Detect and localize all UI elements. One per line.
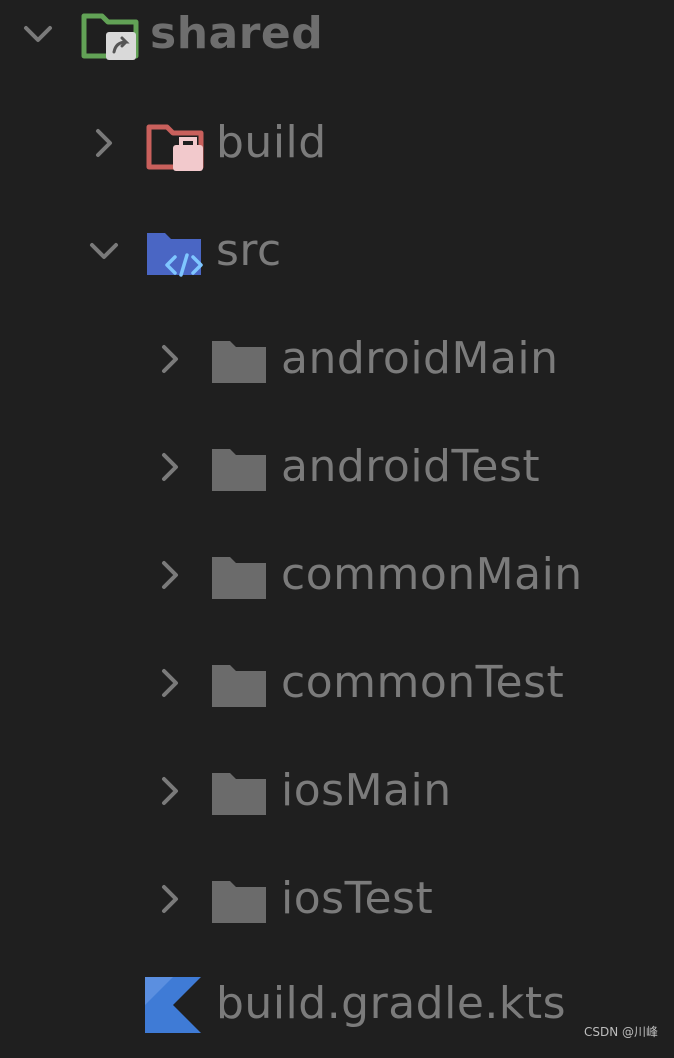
tree-label: shared xyxy=(150,8,324,59)
folder-icon xyxy=(212,557,266,599)
tree-row-iosMain[interactable]: iosMain xyxy=(0,737,674,845)
folder-icon xyxy=(212,881,266,923)
chevron-right-icon[interactable] xyxy=(152,341,188,377)
tree-row-commonTest[interactable]: commonTest xyxy=(0,629,674,737)
tree-row-iosTest[interactable]: iosTest xyxy=(0,845,674,953)
tree-label: commonTest xyxy=(281,657,565,708)
tree-row-commonMain[interactable]: commonMain xyxy=(0,521,674,629)
folder-icon xyxy=(212,341,266,383)
tree-label: androidTest xyxy=(281,441,541,492)
chevron-right-icon[interactable] xyxy=(152,773,188,809)
tree-label: src xyxy=(216,225,282,276)
tree-label: iosTest xyxy=(281,873,434,924)
module-folder-icon xyxy=(81,13,139,60)
tree-row-androidMain[interactable]: androidMain xyxy=(0,305,674,413)
chevron-right-icon[interactable] xyxy=(152,881,188,917)
excluded-folder-icon xyxy=(146,124,204,171)
chevron-right-icon[interactable] xyxy=(152,557,188,593)
tree-label: iosMain xyxy=(281,765,452,816)
project-tree: shared build src androidMain androidTest… xyxy=(0,0,674,1048)
folder-icon xyxy=(212,449,266,491)
tree-row-build-gradle-kts[interactable]: build.gradle.kts xyxy=(0,950,674,1058)
tree-row-src[interactable]: src xyxy=(0,197,674,305)
tree-row-build[interactable]: build xyxy=(0,89,674,197)
chevron-down-icon[interactable] xyxy=(86,233,122,269)
folder-icon xyxy=(212,665,266,707)
chevron-down-icon[interactable] xyxy=(20,16,56,52)
folder-icon xyxy=(212,773,266,815)
source-folder-icon xyxy=(147,233,203,277)
watermark: CSDN @川峰 xyxy=(583,1025,658,1039)
tree-row-androidTest[interactable]: androidTest xyxy=(0,413,674,521)
tree-label: commonMain xyxy=(281,549,583,600)
tree-label: build.gradle.kts xyxy=(216,978,567,1029)
tree-label: build xyxy=(216,117,327,168)
tree-row-shared[interactable]: shared xyxy=(0,0,674,88)
chevron-right-icon[interactable] xyxy=(86,125,122,161)
tree-label: androidMain xyxy=(281,333,559,384)
kotlin-file-icon xyxy=(145,977,201,1033)
chevron-right-icon[interactable] xyxy=(152,449,188,485)
chevron-right-icon[interactable] xyxy=(152,665,188,701)
